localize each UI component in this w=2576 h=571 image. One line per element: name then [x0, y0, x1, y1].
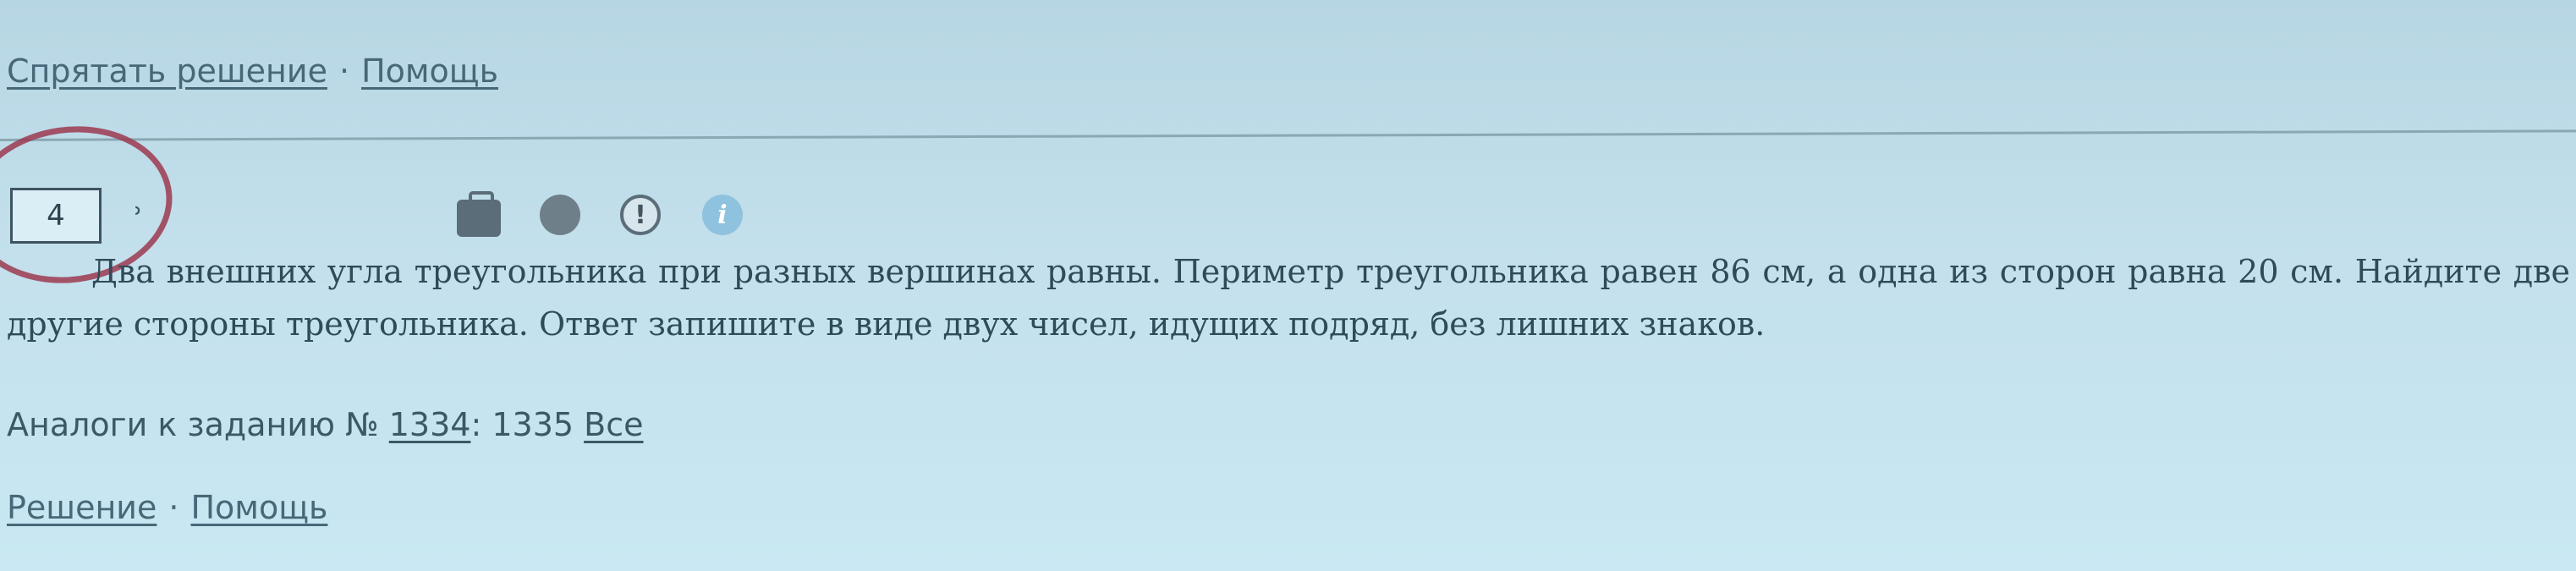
- top-links: Спрятать решение · Помощь: [7, 52, 498, 90]
- divider: [0, 129, 2576, 141]
- task-number-input[interactable]: 4: [10, 188, 102, 244]
- help-link[interactable]: Помощь: [361, 52, 498, 90]
- analog-link-1334[interactable]: 1334: [389, 406, 471, 443]
- info-icon[interactable]: i: [702, 195, 743, 235]
- analogs-line: Аналоги к заданию № 1334: 1335 Все: [7, 406, 644, 443]
- pointer-mark: ʾ: [134, 201, 144, 239]
- solution-link[interactable]: Решение: [7, 489, 157, 526]
- hide-solution-link[interactable]: Спрятать решение: [7, 52, 327, 90]
- link-separator: ·: [338, 52, 350, 90]
- briefcase-icon[interactable]: [457, 191, 501, 237]
- warning-icon[interactable]: !: [620, 195, 661, 235]
- analog-1335: 1335: [492, 406, 574, 443]
- task-text: Два внешних угла треугольника при разных…: [7, 253, 2570, 343]
- analogs-label: Аналоги к заданию №: [7, 406, 379, 443]
- link-separator: ·: [168, 489, 179, 526]
- analogs-colon: :: [470, 406, 482, 443]
- analogs-all-link[interactable]: Все: [584, 406, 643, 443]
- bottom-links: Решение · Помощь: [7, 489, 327, 526]
- help-link-bottom[interactable]: Помощь: [190, 489, 327, 526]
- dot-icon[interactable]: [540, 195, 580, 235]
